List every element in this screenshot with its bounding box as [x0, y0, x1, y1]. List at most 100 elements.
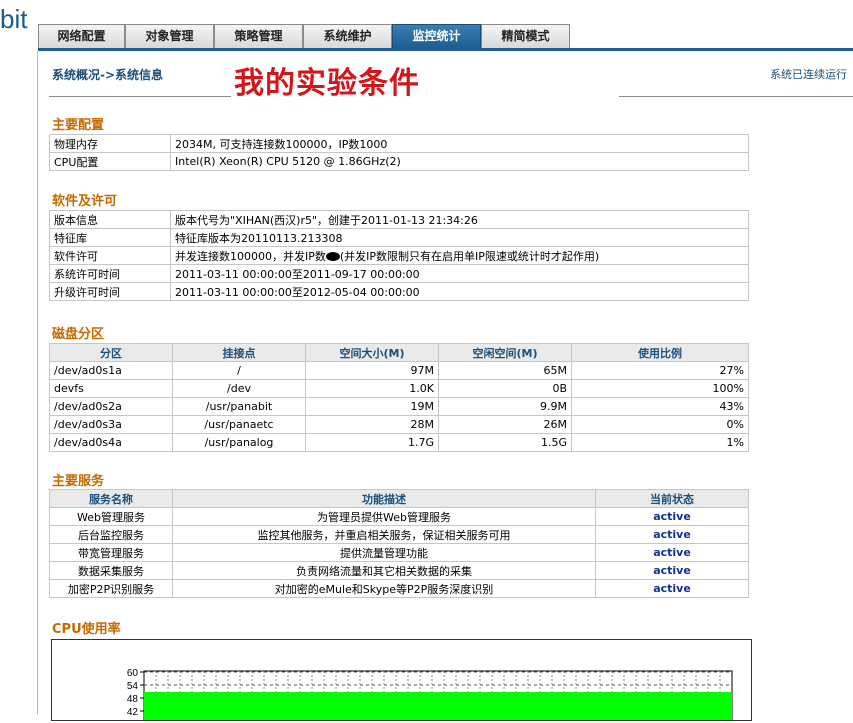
- column-header: 使用比例: [571, 343, 749, 362]
- tab-3[interactable]: 策略管理: [214, 24, 303, 48]
- software-key: 版本信息: [49, 210, 171, 229]
- table-row: 版本信息 版本代号为"XIHAN(西汉)r5"，创建于2011-01-13 21…: [49, 210, 749, 229]
- table-cell: /: [172, 361, 306, 380]
- table-row: 带宽管理服务 提供流量管理功能 active: [49, 543, 749, 562]
- license-text-b: (并发IP数限制只有在启用单IP限速或统计时才起作用): [339, 249, 600, 263]
- column-header: 挂接点: [172, 343, 306, 362]
- table-cell: 带宽管理服务: [49, 543, 173, 562]
- main-config-table: 物理内存 2034M, 可支持连接数100000，IP数1000 CPU配置 I…: [49, 134, 749, 171]
- disk-table: 分区 挂接点 空间大小(M) 空闲空间(M) 使用比例/dev/ad0s1a/97M 65…: [49, 343, 749, 452]
- main-config-title: 主要配置: [52, 118, 105, 133]
- status-badge: active: [595, 507, 749, 526]
- table-cell: 1%: [571, 433, 749, 452]
- table-cell: 后台监控服务: [49, 525, 173, 544]
- cpu-chart-canvas: 60 54 48 42: [127, 668, 733, 723]
- table-cell: Web管理服务: [49, 507, 173, 526]
- table-cell: /dev/ad0s3a: [49, 415, 173, 434]
- tab-4[interactable]: 系统维护: [303, 24, 392, 48]
- table-cell: 9.9M: [438, 397, 572, 416]
- table-row: CPU配置 Intel(R) Xeon(R) CPU 5120 @ 1.86GH…: [49, 152, 749, 171]
- cpu-chart: 60 54 48 42: [51, 639, 752, 723]
- breadcrumb-underline: [49, 96, 231, 97]
- software-value: 版本代号为"XIHAN(西汉)r5"，创建于2011-01-13 21:34:2…: [170, 210, 749, 229]
- table-cell: 43%: [571, 397, 749, 416]
- table-cell: 100%: [571, 379, 749, 398]
- column-header: 功能描述: [172, 489, 596, 508]
- software-value: 特征库版本为20110113.213308: [170, 228, 749, 247]
- table-header-row: 服务名称 功能描述 当前状态: [49, 489, 749, 508]
- column-header: 当前状态: [595, 489, 749, 508]
- config-key: 物理内存: [49, 134, 171, 153]
- tab-5[interactable]: 监控统计: [392, 24, 481, 48]
- table-row: /dev/ad0s2a/usr/panabit 19M 9.9M 43%: [49, 397, 749, 416]
- table-cell: 为管理员提供Web管理服务: [172, 507, 596, 526]
- table-cell: 1.5G: [438, 433, 572, 452]
- annotation-text: 我的实验条件: [234, 67, 420, 100]
- table-header-row: 分区 挂接点 空间大小(M) 空闲空间(M) 使用比例: [49, 343, 749, 362]
- license-text-a: 并发连接数100000，并发IP数: [175, 249, 326, 263]
- cpu-title: CPU使用率: [52, 622, 121, 637]
- software-key: 升级许可时间: [49, 282, 171, 301]
- table-row: 特征库 特征库版本为20110113.213308: [49, 228, 749, 247]
- table-cell: /dev/ad0s1a: [49, 361, 173, 380]
- table-cell: 加密P2P识别服务: [49, 579, 173, 598]
- y-tick-label: 60: [127, 668, 139, 679]
- status-badge: active: [595, 543, 749, 562]
- table-cell: /usr/panaetc: [172, 415, 306, 434]
- y-tick-label: 54: [127, 681, 139, 692]
- tab-1[interactable]: 网络配置: [38, 24, 125, 48]
- uptime-label: 系统已连续运行: [770, 68, 847, 81]
- table-cell: 28M: [305, 415, 439, 434]
- table-cell: /usr/panabit: [172, 397, 306, 416]
- software-key: 软件许可: [49, 246, 171, 265]
- config-value: Intel(R) Xeon(R) CPU 5120 @ 1.86GHz(2): [170, 152, 749, 171]
- table-row: 系统许可时间 2011-03-11 00:00:00至2011-09-17 00…: [49, 264, 749, 283]
- disk-title: 磁盘分区: [52, 327, 105, 342]
- table-row: 后台监控服务 监控其他服务，并重启相关服务，保证相关服务可用 active: [49, 525, 749, 544]
- column-header: 空间大小(M): [305, 343, 439, 362]
- software-value: 2011-03-11 00:00:00至2011-09-17 00:00:00: [170, 264, 749, 283]
- software-key: 特征库: [49, 228, 171, 247]
- config-value: 2034M, 可支持连接数100000，IP数1000: [170, 134, 749, 153]
- cpu-usage-fill: [144, 692, 732, 723]
- status-badge: active: [595, 579, 749, 598]
- table-row: Web管理服务 为管理员提供Web管理服务 active: [49, 507, 749, 526]
- main-nav: 网络配置 对象管理 策略管理 系统维护 监控统计 精简模式: [38, 0, 853, 51]
- table-cell: /dev/ad0s4a: [49, 433, 173, 452]
- table-row: 加密P2P识别服务 对加密的eMule和Skype等P2P服务深度识别 active: [49, 579, 749, 598]
- table-cell: 97M: [305, 361, 439, 380]
- table-row: 物理内存 2034M, 可支持连接数100000，IP数1000: [49, 134, 749, 153]
- table-row: devfs/dev 1.0K 0B 100%: [49, 379, 749, 398]
- table-cell: 0B: [438, 379, 572, 398]
- column-header: 分区: [49, 343, 173, 362]
- table-row: /dev/ad0s3a/usr/panaetc 28M 26M 0%: [49, 415, 749, 434]
- table-cell: 0%: [571, 415, 749, 434]
- services-title: 主要服务: [52, 474, 105, 489]
- table-cell: 数据采集服务: [49, 561, 173, 580]
- table-cell: 对加密的eMule和Skype等P2P服务深度识别: [172, 579, 596, 598]
- table-cell: /dev: [172, 379, 306, 398]
- status-badge: active: [595, 525, 749, 544]
- table-cell: 1.0K: [305, 379, 439, 398]
- column-header: 空闲空间(M): [438, 343, 572, 362]
- table-cell: 19M: [305, 397, 439, 416]
- brand-logo: bit: [0, 4, 28, 34]
- redaction-mark: [325, 252, 340, 261]
- tab-6[interactable]: 精简模式: [481, 24, 570, 48]
- table-cell: 监控其他服务，并重启相关服务，保证相关服务可用: [172, 525, 596, 544]
- y-tick-label: 42: [127, 707, 139, 718]
- software-value: 并发连接数100000，并发IP数 (并发IP数限制只有在启用单IP限速或统计时才…: [170, 246, 749, 265]
- software-table: 版本信息 版本代号为"XIHAN(西汉)r5"，创建于2011-01-13 21…: [49, 210, 749, 301]
- table-row: 数据采集服务 负责网络流量和其它相关数据的采集 active: [49, 561, 749, 580]
- header-right-divider: [619, 96, 853, 97]
- table-cell: devfs: [49, 379, 173, 398]
- left-frame-border: [37, 51, 38, 714]
- software-key: 系统许可时间: [49, 264, 171, 283]
- table-cell: 提供流量管理功能: [172, 543, 596, 562]
- nav-underline: [38, 48, 853, 51]
- software-value: 2011-03-11 00:00:00至2012-05-04 00:00:00: [170, 282, 749, 301]
- table-row: 升级许可时间 2011-03-11 00:00:00至2012-05-04 00…: [49, 282, 749, 301]
- config-key: CPU配置: [49, 152, 171, 171]
- tab-2[interactable]: 对象管理: [125, 24, 214, 48]
- y-tick-label: 48: [127, 694, 139, 705]
